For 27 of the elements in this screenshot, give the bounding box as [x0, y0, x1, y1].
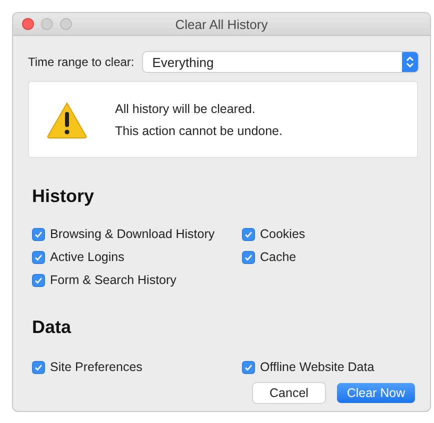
dropdown-value: Everything — [152, 54, 214, 70]
close-button[interactable] — [22, 18, 34, 30]
checkbox[interactable] — [32, 274, 45, 286]
warning-icon — [46, 100, 88, 138]
field-label: Time range to clear: — [28, 55, 134, 69]
checkbox[interactable] — [32, 360, 45, 374]
section-heading: History — [32, 186, 96, 207]
checkbox-option[interactable]: Cache — [242, 250, 418, 264]
checkbox-option[interactable]: Browsing & Download History — [32, 227, 242, 241]
checkbox[interactable] — [32, 228, 45, 240]
checkbox-option[interactable]: Active Logins — [32, 250, 242, 264]
warning-text: All history will be cleared. — [115, 102, 256, 116]
checkbox-option[interactable]: Site Preferences — [32, 360, 242, 374]
warning-text: This action cannot be undone. — [115, 124, 282, 138]
window-title: Clear All History — [175, 16, 268, 32]
cancel-button[interactable]: Cancel — [253, 383, 325, 403]
checkbox[interactable] — [32, 250, 45, 264]
checkbox-option[interactable]: Form & Search History — [32, 273, 242, 287]
clear-now-button[interactable]: Clear Now — [337, 383, 415, 403]
checkbox-option[interactable]: Offline Website Data — [242, 360, 418, 374]
checkbox[interactable] — [242, 250, 255, 264]
checkbox-option[interactable]: Cookies — [242, 227, 418, 241]
checkbox[interactable] — [242, 360, 255, 374]
time-range-dropdown[interactable]: Everything — [143, 52, 418, 72]
section-heading: Data — [32, 317, 72, 338]
stepper-icon — [402, 52, 418, 72]
checkbox[interactable] — [242, 228, 255, 240]
